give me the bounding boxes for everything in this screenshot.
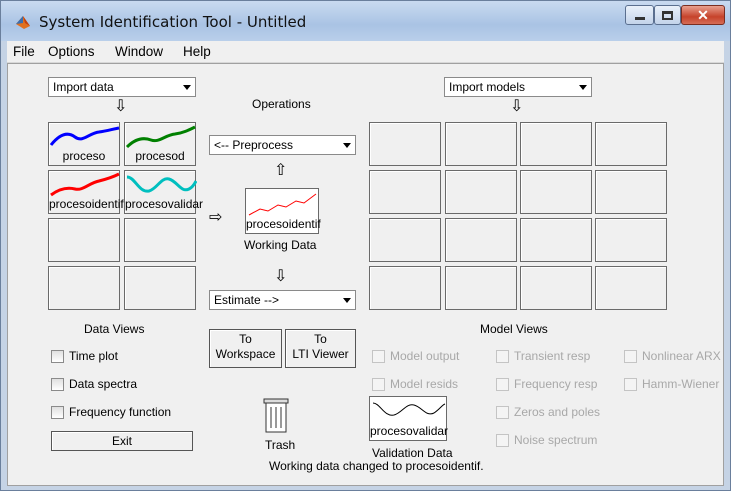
minimize-button[interactable] (625, 5, 654, 25)
arrow-down-icon: ⇩ (274, 268, 288, 285)
arrow-right-icon: ⇨ (209, 209, 223, 226)
validation-data-caption: Validation Data (372, 446, 453, 460)
data-slot-procesovalidar[interactable]: procesovalidar (124, 170, 204, 214)
menu-file[interactable]: File (13, 44, 35, 59)
import-data-value: Import data (53, 80, 114, 94)
data-curve-icon (248, 193, 317, 216)
frequency-resp-checkbox[interactable]: Frequency resp (496, 377, 597, 391)
zeros-and-poles-checkbox[interactable]: Zeros and poles (496, 405, 600, 419)
status-message: Working data changed to procesoidentif. (269, 459, 484, 473)
chevron-down-icon (579, 85, 587, 90)
time-plot-checkbox[interactable]: Time plot (51, 349, 118, 363)
validation-data-label: procesovalidar (370, 424, 449, 438)
hamm-wiener-checkbox[interactable]: Hamm-Wiener (624, 377, 719, 391)
trash-icon[interactable] (262, 397, 290, 433)
minimize-icon (634, 16, 645, 20)
chevron-down-icon (183, 85, 191, 90)
window-title: System Identification Tool - Untitled (39, 13, 307, 31)
main-panel: Import data ⇩ proceso procesod procesoid… (7, 63, 724, 486)
exit-button[interactable]: Exit (51, 431, 193, 451)
close-icon: ✕ (697, 6, 709, 23)
model-slot[interactable] (595, 170, 667, 214)
model-views-title: Model Views (480, 322, 548, 336)
chevron-down-icon (343, 298, 351, 303)
nonlinear-arx-checkbox[interactable]: Nonlinear ARX (624, 349, 721, 363)
preprocess-value: <-- Preprocess (214, 138, 294, 152)
data-slot-empty[interactable] (48, 218, 120, 262)
model-output-checkbox[interactable]: Model output (372, 349, 459, 363)
close-button[interactable]: ✕ (681, 5, 725, 25)
preprocess-dropdown[interactable]: <-- Preprocess (209, 135, 356, 155)
arrow-down-icon: ⇩ (510, 98, 524, 115)
working-data-slot[interactable]: procesoidentif (245, 188, 321, 234)
data-curve-icon (372, 402, 446, 416)
model-slot[interactable] (445, 122, 517, 166)
model-slot[interactable] (520, 122, 592, 166)
working-data-label: procesoidentif (246, 217, 321, 231)
menu-options[interactable]: Options (48, 44, 95, 59)
model-slot[interactable] (369, 122, 441, 166)
validation-data-slot[interactable]: procesovalidar (369, 396, 449, 441)
data-views-title: Data Views (84, 322, 145, 336)
frequency-function-checkbox[interactable]: Frequency function (51, 405, 171, 419)
menu-help[interactable]: Help (183, 44, 211, 59)
estimate-value: Estimate --> (214, 293, 280, 307)
matlab-logo-icon (16, 16, 30, 29)
model-slot[interactable] (445, 170, 517, 214)
model-slot[interactable] (520, 218, 592, 262)
estimate-dropdown[interactable]: Estimate --> (209, 290, 356, 310)
model-slot[interactable] (369, 170, 441, 214)
model-resids-checkbox[interactable]: Model resids (372, 377, 458, 391)
data-slot-label: procesovalidar (125, 197, 204, 211)
import-models-dropdown[interactable]: Import models (444, 77, 592, 97)
data-spectra-checkbox[interactable]: Data spectra (51, 377, 137, 391)
data-slot-label: procesoidentif (49, 197, 124, 211)
import-models-value: Import models (449, 80, 526, 94)
data-slot-label: procesod (135, 149, 185, 163)
menu-window[interactable]: Window (115, 44, 163, 59)
data-slot-label: proceso (62, 149, 106, 163)
model-slot[interactable] (369, 266, 441, 310)
data-slot-empty[interactable] (124, 218, 196, 262)
menu-bar: File Options Window Help (7, 41, 724, 63)
model-slot[interactable] (595, 218, 667, 262)
trash-label: Trash (265, 438, 296, 452)
model-slot[interactable] (445, 266, 517, 310)
maximize-icon (662, 10, 673, 20)
model-slot[interactable] (520, 266, 592, 310)
model-slot[interactable] (595, 122, 667, 166)
arrow-up-icon: ⇧ (274, 162, 288, 179)
working-data-caption: Working Data (244, 238, 317, 252)
data-slot-empty[interactable] (48, 266, 120, 310)
import-data-dropdown[interactable]: Import data (48, 77, 196, 97)
model-slot[interactable] (520, 170, 592, 214)
to-lti-viewer-button[interactable]: To LTI Viewer (285, 329, 356, 368)
data-slot-empty[interactable] (124, 266, 196, 310)
chevron-down-icon (343, 143, 351, 148)
data-slot-procesod[interactable]: procesod (124, 122, 196, 166)
arrow-down-icon: ⇩ (114, 98, 128, 115)
to-workspace-button[interactable]: To Workspace (209, 329, 282, 368)
model-slot[interactable] (445, 218, 517, 262)
model-slot[interactable] (595, 266, 667, 310)
title-bar[interactable]: System Identification Tool - Untitled ✕ (1, 1, 730, 41)
model-slot[interactable] (369, 218, 441, 262)
noise-spectrum-checkbox[interactable]: Noise spectrum (496, 433, 597, 447)
maximize-button[interactable] (654, 5, 681, 25)
app-window: System Identification Tool - Untitled ✕ … (0, 0, 731, 491)
transient-resp-checkbox[interactable]: Transient resp (496, 349, 590, 363)
data-slot-proceso[interactable]: proceso (48, 122, 120, 166)
data-slot-procesoidentif[interactable]: procesoidentif (48, 170, 124, 214)
operations-title: Operations (252, 97, 311, 111)
